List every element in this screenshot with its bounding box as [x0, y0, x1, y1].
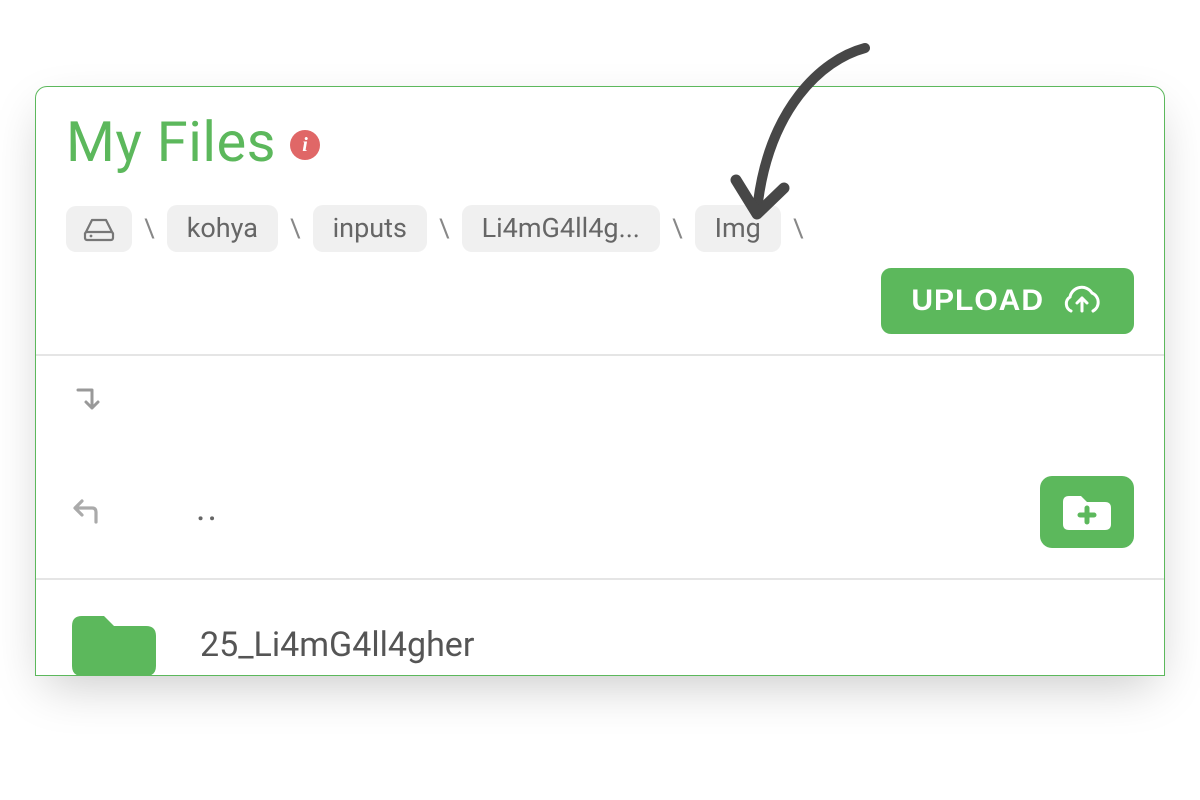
actions-bar: UPLOAD — [36, 252, 1164, 354]
breadcrumb-root[interactable] — [66, 206, 132, 252]
breadcrumb-sep: \ — [144, 214, 155, 244]
page-title: My Files — [66, 109, 276, 175]
parent-dir-label: .. — [196, 499, 219, 525]
upload-button[interactable]: UPLOAD — [881, 268, 1134, 334]
folder-name: 25_Li4mG4ll4gher — [200, 625, 474, 665]
info-icon[interactable]: i — [290, 130, 320, 160]
breadcrumb-sep: \ — [793, 214, 804, 244]
parent-dir-row[interactable] — [36, 356, 1164, 446]
breadcrumb: \ kohya \ inputs \ Li4mG4ll4g... \ Img \ — [36, 205, 1164, 252]
return-icon — [66, 492, 106, 532]
list-item[interactable]: 25_Li4mG4ll4gher — [36, 580, 1164, 676]
breadcrumb-item-img[interactable]: Img — [695, 205, 781, 252]
back-icon — [66, 382, 104, 420]
new-folder-button[interactable] — [1040, 476, 1134, 548]
breadcrumb-sep: \ — [672, 214, 683, 244]
cloud-upload-icon — [1060, 284, 1104, 318]
parent-dir-left: .. — [66, 492, 219, 532]
folder-plus-icon — [1059, 490, 1115, 534]
upload-label: UPLOAD — [911, 284, 1044, 318]
breadcrumb-item-kohya[interactable]: kohya — [167, 205, 278, 252]
parent-dir-row[interactable]: .. — [36, 446, 1164, 578]
folder-icon — [66, 606, 162, 676]
breadcrumb-item-li4m[interactable]: Li4mG4ll4g... — [462, 205, 660, 252]
breadcrumb-sep: \ — [290, 214, 301, 244]
drive-icon — [82, 216, 116, 242]
file-panel: My Files i \ kohya \ inputs \ Li4mG4ll4g… — [35, 86, 1165, 676]
breadcrumb-item-inputs[interactable]: inputs — [313, 205, 427, 252]
panel-header: My Files i — [36, 87, 1164, 175]
breadcrumb-sep: \ — [439, 214, 450, 244]
